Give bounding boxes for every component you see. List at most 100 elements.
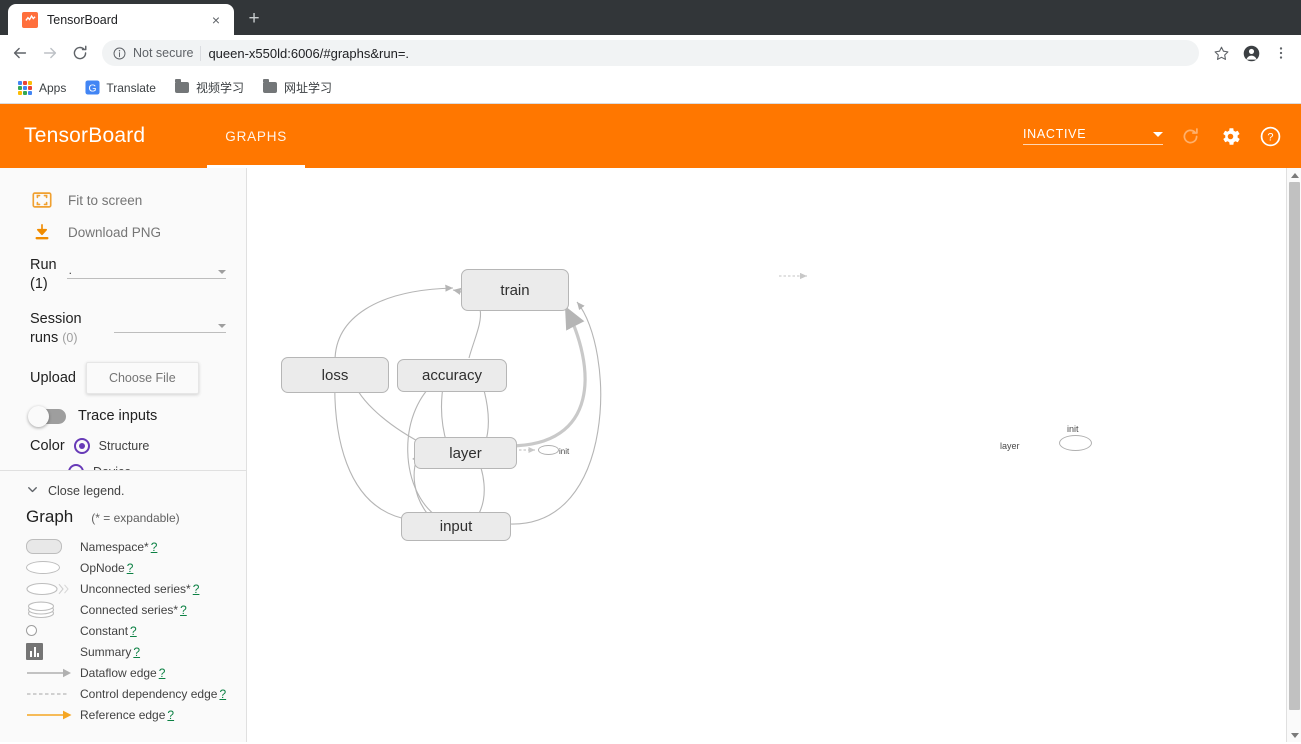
legend-item-text: Reference edge [80,707,166,722]
color-radio-structure-label: Structure [98,439,150,453]
help-link[interactable]: ? [219,687,226,701]
forward-icon[interactable] [36,39,64,67]
graph-opnode-init-cluster[interactable] [1059,435,1092,451]
browser-tab-title: TensorBoard [47,12,118,27]
graph-node-accuracy[interactable]: accuracy [397,359,507,392]
tensorboard-favicon-icon [22,11,38,28]
fit-to-screen-button[interactable]: Fit to screen [0,184,246,216]
bookmark-label: Translate [106,80,156,95]
session-runs-label-line1: Session [30,311,82,327]
color-label: Color [30,438,65,454]
graph-node-loss[interactable]: loss [281,357,389,393]
run-select[interactable]: . [66,259,226,279]
help-link[interactable]: ? [159,666,166,680]
legend-item-namespace: Namespace*? [0,536,246,557]
tab-graphs[interactable]: GRAPHS [207,104,305,168]
reload-mode-select[interactable]: INACTIVE [1023,127,1163,145]
choose-file-button[interactable]: Choose File [85,362,199,394]
chevron-down-icon [26,483,39,499]
browser-window: TensorBoard × + Not secure queen-x550ld:… [0,0,1301,744]
bookmark-apps[interactable]: Apps [10,77,73,99]
graph-node-layer[interactable]: layer [414,437,517,469]
graph-node-train[interactable]: train [461,269,569,311]
run-select-value: . [68,263,72,277]
legend-item-dataflow-edge: Dataflow edge? [0,662,246,683]
session-runs-select[interactable] [114,313,226,333]
legend-label: Dataflow edge? [80,666,165,680]
session-runs-count: (0) [62,331,78,345]
legend-item-text: Constant [80,623,129,638]
scrollbar-thumb[interactable] [1289,182,1300,710]
legend-item-opnode: OpNode? [0,557,246,578]
address-bar[interactable]: Not secure queen-x550ld:6006/#graphs&run… [102,40,1199,66]
legend-label: Control dependency edge? [80,687,226,701]
legend-item-text: Unconnected series* [80,581,191,596]
profile-icon[interactable] [1237,39,1265,67]
scroll-up-arrow-icon[interactable] [1287,168,1301,182]
bookmark-translate[interactable]: G Translate [77,77,163,99]
browser-tabstrip: TensorBoard × + [0,0,1301,35]
color-structure-row: Color Structure [0,424,246,454]
help-link[interactable]: ? [193,582,200,596]
scroll-down-arrow-icon[interactable] [1287,728,1301,742]
help-link[interactable]: ? [180,603,187,617]
legend-item-control-dependency-edge: Control dependency edge? [0,683,246,704]
trace-inputs-label: Trace inputs [78,408,158,424]
more-vert-icon[interactable] [1267,39,1295,67]
legend-item-reference-edge: Reference edge? [0,704,246,725]
tensorboard-tabs: GRAPHS [207,104,305,168]
graph-opnode-init-near-layer[interactable] [538,445,559,455]
site-info-button[interactable]: Not secure [112,46,193,61]
chevron-down-icon [218,270,226,274]
tab-graphs-label: GRAPHS [225,128,288,144]
color-radio-structure[interactable] [73,438,90,454]
legend-item-connected-series: Connected series*? [0,599,246,620]
star-icon[interactable] [1207,39,1235,67]
toggle-knob [28,405,49,427]
run-count: (1) [30,276,48,292]
help-link[interactable]: ? [167,708,174,722]
legend-item-summary: Summary? [0,641,246,662]
tensorboard-header: TensorBoard GRAPHS INACTIVE ? [0,104,1301,168]
bookmark-folder-sites[interactable]: 网址学习 [255,76,339,99]
vertical-scrollbar[interactable] [1286,168,1301,742]
close-icon[interactable]: × [208,12,224,28]
omnibox-divider [200,45,202,61]
legend-item-text: Connected series* [80,602,179,617]
help-link[interactable]: ? [130,624,137,638]
run-selector-row: Run (1) . [0,248,246,294]
graph-opnode-init-cluster-label: init [1067,424,1079,434]
tensorboard-body: Fit to screen Download PNG Run (1) . Ses… [0,168,1301,742]
graph-node-label: accuracy [421,367,483,384]
help-link[interactable]: ? [133,645,140,659]
session-runs-label-line2: runs (0) [30,329,104,348]
summary-shape-icon [26,643,80,660]
legend-item-constant: Constant? [0,620,246,641]
legend-item-text: Namespace* [80,539,149,554]
reference-edge-arrow-icon [26,706,80,723]
graph-sidebar: Fit to screen Download PNG Run (1) . Ses… [0,168,247,742]
trace-inputs-toggle[interactable] [28,405,66,427]
bookmark-folder-video[interactable]: 视频学习 [167,76,251,99]
close-legend-button[interactable]: Close legend. [0,481,246,507]
refresh-icon[interactable] [1177,123,1203,149]
settings-gear-icon[interactable] [1217,123,1243,149]
download-png-button[interactable]: Download PNG [0,216,246,248]
graph-node-input[interactable]: input [401,512,511,541]
sidebar-controls-region: Fit to screen Download PNG Run (1) . Ses… [0,168,246,470]
help-circle-icon[interactable]: ? [1257,123,1283,149]
help-link[interactable]: ? [127,561,134,575]
new-tab-button[interactable]: + [240,5,268,33]
session-runs-row: Session runs (0) [0,294,246,348]
bookmark-label: 视频学习 [195,81,244,95]
back-icon[interactable] [6,39,34,67]
bookmark-label: 网址学习 [283,81,332,95]
legend-subtitle: (* = expandable) [91,511,180,525]
svg-text:?: ? [1267,131,1273,143]
reload-icon[interactable] [66,39,94,67]
graph-canvas[interactable]: train loss accuracy layer input init lay… [247,168,1301,742]
browser-tab[interactable]: TensorBoard × [8,4,234,35]
trace-inputs-row: Trace inputs [0,394,246,427]
bookmarks-bar: Apps G Translate 视频学习 网址学习 [0,72,1301,104]
help-link[interactable]: ? [151,540,158,554]
